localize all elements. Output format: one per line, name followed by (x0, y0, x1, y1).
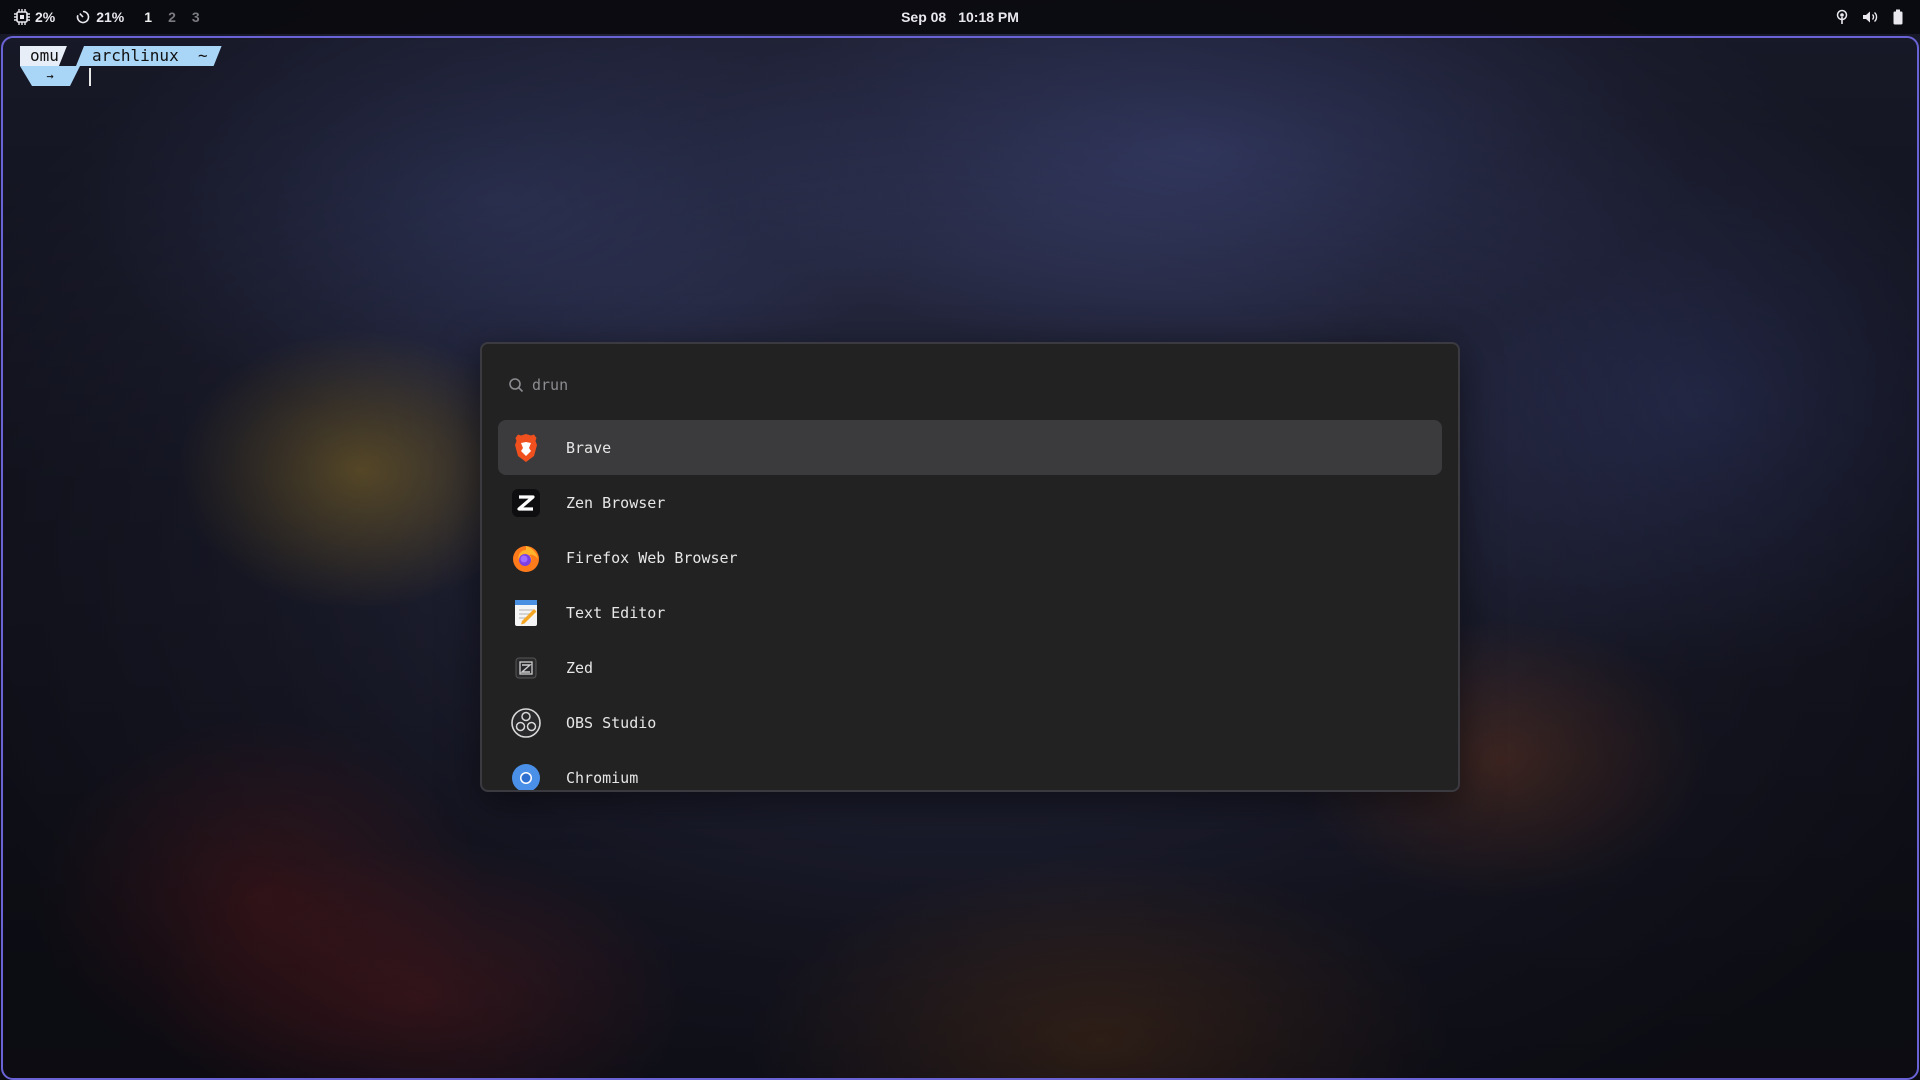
app-list: Brave Zen Browser Firefox Web Browser Te… (498, 420, 1442, 790)
app-label: OBS Studio (566, 713, 657, 732)
cpu-usage: 2% (35, 9, 56, 25)
brave-icon (515, 433, 537, 462)
terminal-cursor (89, 68, 91, 86)
app-label: Zen Browser (566, 493, 666, 512)
obs-studio-icon (511, 707, 541, 738)
text-editor-icon (515, 599, 537, 626)
cpu-indicator[interactable]: 2% (14, 9, 55, 25)
app-label: Zed (566, 658, 594, 677)
search-input[interactable] (532, 376, 1132, 394)
search-icon (509, 378, 524, 393)
zed-icon (515, 657, 537, 678)
app-item-chromium[interactable]: Chromium (498, 750, 1442, 790)
app-item-firefox[interactable]: Firefox Web Browser (498, 530, 1442, 585)
memory-icon (76, 10, 90, 24)
app-label: Brave (566, 438, 612, 457)
network-icon[interactable] (1834, 9, 1850, 25)
zen-browser-icon (512, 488, 540, 517)
prompt-user: omu (20, 46, 67, 66)
workspace-1[interactable]: 1 (144, 9, 152, 25)
chromium-icon (512, 763, 540, 790)
app-item-zen-browser[interactable]: Zen Browser (498, 475, 1442, 530)
app-label: Firefox Web Browser (566, 548, 738, 567)
workspace-3[interactable]: 3 (192, 9, 200, 25)
memory-usage: 21% (96, 9, 125, 25)
clock: Sep 08 10:18 PM (0, 0, 1920, 34)
workspace-switcher: 1 2 3 (144, 9, 199, 25)
top-bar-left: 2% 21% 1 2 3 (14, 0, 200, 34)
app-item-brave[interactable]: Brave (498, 420, 1442, 475)
app-item-obs-studio[interactable]: OBS Studio (498, 695, 1442, 750)
app-label: Text Editor (566, 603, 666, 622)
app-item-text-editor[interactable]: Text Editor (498, 585, 1442, 640)
app-item-zed[interactable]: Zed (498, 640, 1442, 695)
cpu-icon (14, 9, 30, 25)
launcher-search (508, 370, 1132, 400)
workspace-2[interactable]: 2 (168, 9, 176, 25)
prompt-host: archlinux ~ (76, 46, 222, 66)
top-bar: 2% 21% 1 2 3 Sep 08 10:18 PM (0, 0, 1920, 34)
volume-icon[interactable] (1862, 9, 1878, 25)
system-tray (1834, 0, 1906, 34)
clock-time: 10:18 PM (958, 9, 1019, 25)
battery-icon[interactable] (1890, 9, 1906, 25)
firefox-icon (513, 545, 539, 572)
app-label: Chromium (566, 768, 639, 787)
app-launcher: Brave Zen Browser Firefox Web Browser (480, 342, 1460, 792)
memory-indicator[interactable]: 21% (75, 9, 124, 25)
clock-date: Sep 08 (901, 9, 947, 25)
